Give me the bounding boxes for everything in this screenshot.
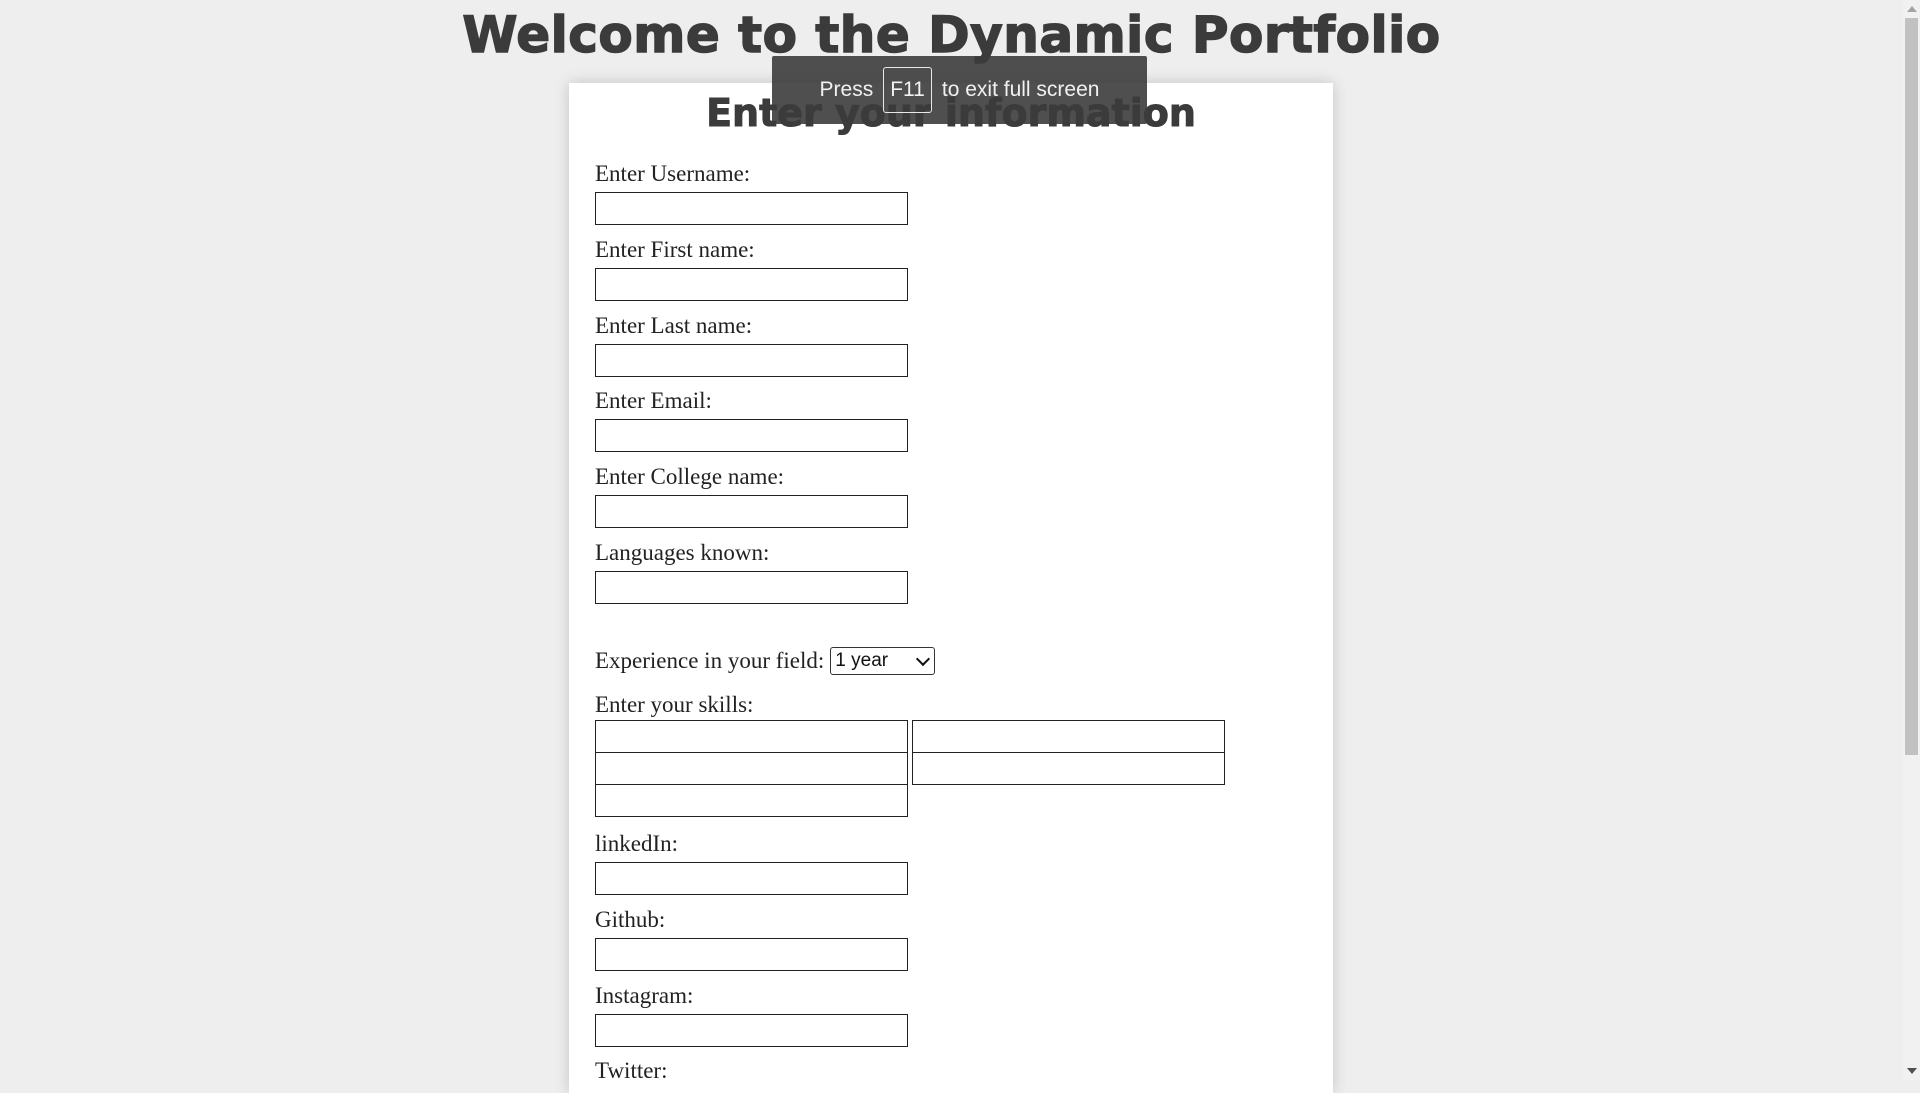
experience-row: Experience in your field: 1 year xyxy=(595,647,936,675)
skills-label: Enter your skills: xyxy=(595,692,754,717)
linkedin-input[interactable] xyxy=(595,862,908,895)
instagram-label: Instagram: xyxy=(595,983,694,1008)
info-form-card: Enter your information Enter Username: E… xyxy=(569,83,1333,1093)
experience-select[interactable]: 1 year xyxy=(830,647,936,675)
languages-input[interactable] xyxy=(595,571,908,604)
last-name-input[interactable] xyxy=(595,344,908,377)
username-field-group: Enter Username: xyxy=(595,161,908,225)
scroll-up-arrow-icon[interactable] xyxy=(1907,6,1917,12)
scrollbar-thumb[interactable] xyxy=(1905,18,1918,755)
email-label: Enter Email: xyxy=(595,388,712,413)
scroll-down-arrow-icon[interactable] xyxy=(1907,1068,1917,1074)
email-input[interactable] xyxy=(595,419,908,452)
skill-input-4[interactable] xyxy=(912,752,1225,785)
first-name-input[interactable] xyxy=(595,268,908,301)
first-name-label: Enter First name: xyxy=(595,237,755,262)
linkedin-label: linkedIn: xyxy=(595,831,679,856)
instagram-input[interactable] xyxy=(595,1014,908,1047)
linkedin-field-group: linkedIn: xyxy=(595,831,908,895)
email-field-group: Enter Email: xyxy=(595,388,908,452)
languages-field-group: Languages known: xyxy=(595,540,908,604)
username-label: Enter Username: xyxy=(595,161,751,186)
toast-prefix: Press xyxy=(819,78,874,101)
twitter-field-group: Twitter: xyxy=(595,1058,667,1084)
last-name-label: Enter Last name: xyxy=(595,313,753,338)
college-label: Enter College name: xyxy=(595,464,785,489)
skill-input-2[interactable] xyxy=(912,720,1225,753)
college-input[interactable] xyxy=(595,495,908,528)
skill-input-5[interactable] xyxy=(595,784,908,817)
languages-label: Languages known: xyxy=(595,540,770,565)
first-name-field-group: Enter First name: xyxy=(595,237,908,301)
fullscreen-exit-toast: Press F11 to exit full screen xyxy=(772,56,1147,124)
vertical-scrollbar[interactable] xyxy=(1903,0,1920,1080)
toast-suffix: to exit full screen xyxy=(941,78,1100,101)
github-input[interactable] xyxy=(595,938,908,971)
skill-input-1[interactable] xyxy=(595,720,908,753)
experience-selected-value: 1 year xyxy=(835,650,889,671)
experience-label: Experience in your field: xyxy=(595,648,825,673)
github-label: Github: xyxy=(595,907,666,932)
last-name-field-group: Enter Last name: xyxy=(595,313,908,377)
college-field-group: Enter College name: xyxy=(595,464,908,528)
chevron-down-icon xyxy=(916,651,931,666)
f11-key-badge: F11 xyxy=(883,67,932,113)
github-field-group: Github: xyxy=(595,907,908,971)
username-input[interactable] xyxy=(595,192,908,225)
twitter-label: Twitter: xyxy=(595,1058,668,1083)
instagram-field-group: Instagram: xyxy=(595,983,908,1047)
skill-input-3[interactable] xyxy=(595,752,908,785)
